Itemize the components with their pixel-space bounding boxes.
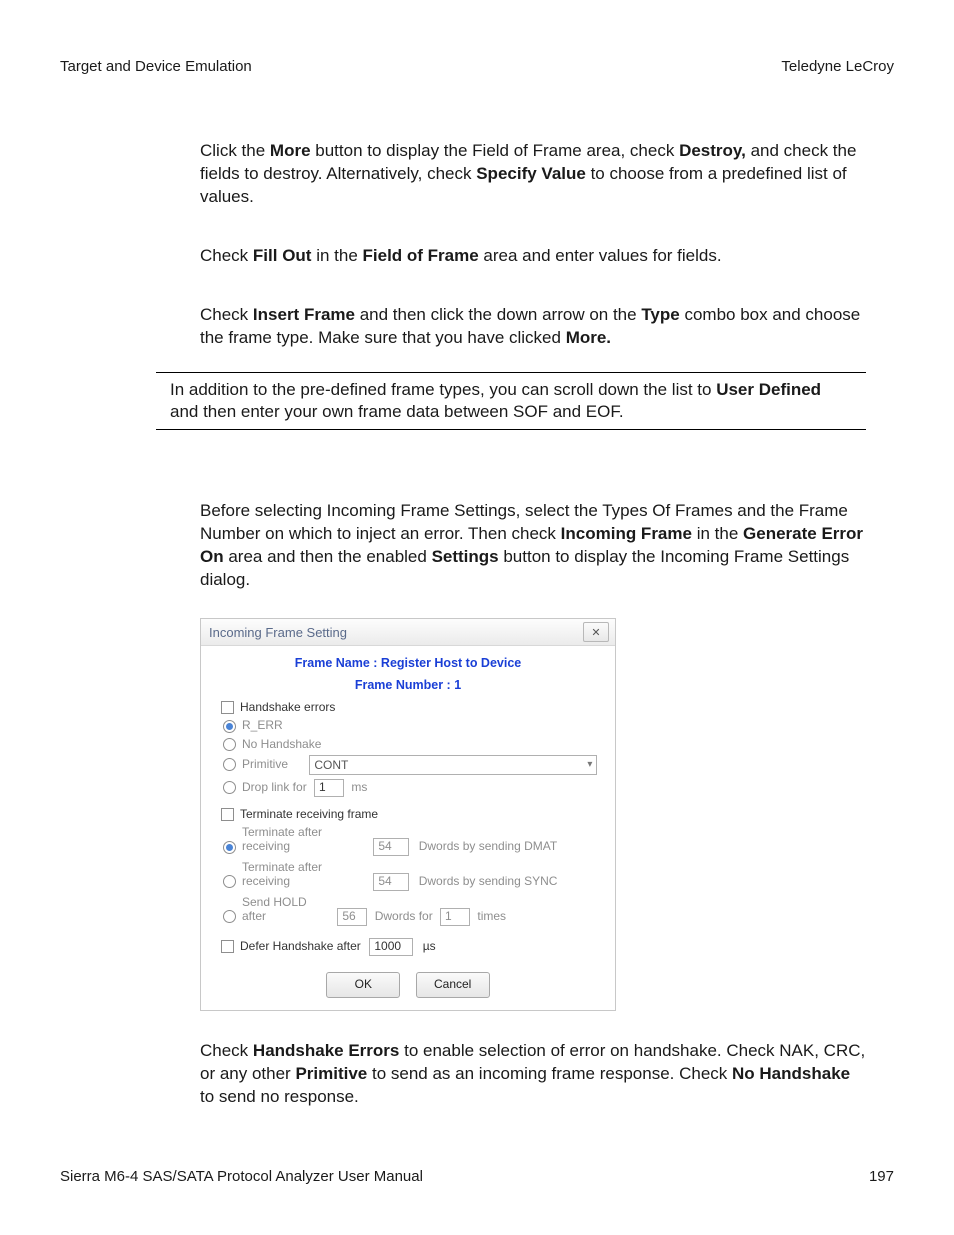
- paragraph-4: Before selecting Incoming Frame Settings…: [200, 500, 866, 592]
- checkbox-icon[interactable]: [221, 701, 234, 714]
- chevron-down-icon: ▾: [587, 759, 592, 770]
- sync-dwords-input[interactable]: 54: [373, 873, 409, 891]
- radio-icon[interactable]: [223, 720, 236, 733]
- page-footer: Sierra M6-4 SAS/SATA Protocol Analyzer U…: [60, 1168, 894, 1185]
- dialog-button-row: OK Cancel: [209, 958, 607, 998]
- radio-icon[interactable]: [223, 875, 236, 888]
- paragraph-5: Check Handshake Errors to enable selecti…: [200, 1040, 866, 1109]
- defer-value-input[interactable]: 1000: [369, 938, 413, 956]
- handshake-errors-checkbox[interactable]: Handshake errors: [209, 696, 607, 716]
- drop-link-row: Drop link for 1 ms: [209, 777, 607, 799]
- footer-page-number: 197: [869, 1168, 894, 1185]
- incoming-frame-dialog: Incoming Frame Setting ✕ Frame Name : Re…: [200, 618, 616, 1011]
- r-err-radio[interactable]: R_ERR: [209, 716, 607, 734]
- checkbox-icon[interactable]: [221, 808, 234, 821]
- radio-icon[interactable]: [223, 758, 236, 771]
- dialog-title-text: Incoming Frame Setting: [209, 625, 347, 640]
- manual-page: Target and Device Emulation Teledyne LeC…: [0, 0, 954, 1235]
- radio-icon[interactable]: [223, 910, 236, 923]
- radio-icon[interactable]: [223, 781, 236, 794]
- terminate-frame-checkbox[interactable]: Terminate receiving frame: [209, 803, 607, 823]
- ok-button[interactable]: OK: [326, 972, 400, 998]
- header-right: Teledyne LeCroy: [781, 58, 894, 75]
- note-block: In addition to the pre-defined frame typ…: [156, 372, 866, 430]
- footer-left: Sierra M6-4 SAS/SATA Protocol Analyzer U…: [60, 1168, 423, 1185]
- send-hold-row: Send HOLD after 56 Dwords for 1 times: [209, 893, 607, 928]
- dmat-dwords-input[interactable]: 54: [373, 838, 409, 856]
- cancel-button[interactable]: Cancel: [416, 972, 490, 998]
- drop-link-input[interactable]: 1: [314, 779, 344, 797]
- frame-name-heading: Frame Name : Register Host to Device: [209, 652, 607, 674]
- header-left: Target and Device Emulation: [60, 58, 252, 75]
- defer-handshake-row[interactable]: Defer Handshake after 1000 µs: [209, 934, 607, 958]
- frame-number-heading: Frame Number : 1: [209, 674, 607, 696]
- primitive-radio-row: Primitive CONT ▾: [209, 753, 607, 777]
- radio-icon[interactable]: [223, 841, 236, 854]
- no-handshake-radio[interactable]: No Handshake: [209, 735, 607, 753]
- dialog-body: Frame Name : Register Host to Device Fra…: [201, 646, 615, 1010]
- hold-after-input[interactable]: 56: [337, 908, 367, 926]
- page-header: Target and Device Emulation Teledyne LeC…: [60, 58, 894, 75]
- paragraph-1: Click the More button to display the Fie…: [200, 140, 866, 209]
- terminate-sync-row: Terminate after receiving 54 Dwords by s…: [209, 858, 607, 893]
- terminate-dmat-row: Terminate after receiving 54 Dwords by s…: [209, 823, 607, 858]
- body-column: Click the More button to display the Fie…: [200, 140, 866, 350]
- hold-for-input[interactable]: 1: [440, 908, 470, 926]
- paragraph-3: Check Insert Frame and then click the do…: [200, 304, 866, 350]
- radio-icon[interactable]: [223, 738, 236, 751]
- close-icon[interactable]: ✕: [583, 622, 609, 642]
- checkbox-icon[interactable]: [221, 940, 234, 953]
- dialog-titlebar[interactable]: Incoming Frame Setting ✕: [201, 619, 615, 646]
- paragraph-2: Check Fill Out in the Field of Frame are…: [200, 245, 866, 268]
- primitive-combo[interactable]: CONT ▾: [309, 755, 597, 775]
